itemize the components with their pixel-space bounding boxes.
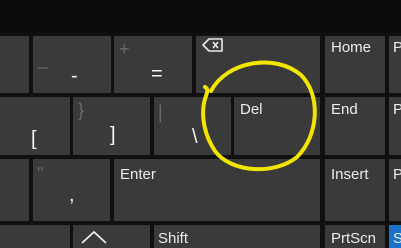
key-row4-partial[interactable]: S — [389, 225, 401, 248]
key-minus-base: - — [71, 65, 78, 87]
key-up[interactable] — [73, 225, 150, 248]
key-bracket-left[interactable]: [ — [0, 97, 70, 155]
key-backspace[interactable] — [196, 36, 320, 93]
key-home[interactable]: Home — [325, 36, 385, 93]
key-backslash-shifted: | — [158, 102, 163, 122]
key-minus[interactable]: _ - — [33, 36, 111, 93]
key-bracket-right-base: ] — [110, 124, 116, 146]
key-del[interactable]: Del — [234, 97, 320, 155]
key-quote-shifted: " — [37, 164, 44, 184]
key-shift-label: Shift — [158, 230, 189, 247]
caret-up-icon — [81, 230, 107, 244]
key-partial-left-r3[interactable] — [0, 159, 29, 221]
key-bracket-right-shifted: } — [78, 100, 85, 120]
key-pgup-partial[interactable]: P — [389, 36, 401, 93]
key-partial-left-r1[interactable] — [0, 36, 29, 93]
key-prtscn[interactable]: PrtScn — [325, 225, 385, 248]
key-row3-partial[interactable]: P — [389, 159, 401, 221]
key-pgdn-partial-label: P — [393, 101, 401, 118]
key-insert-label: Insert — [331, 166, 369, 183]
key-enter-label: Enter — [120, 166, 156, 183]
key-bracket-right[interactable]: } ] — [73, 97, 150, 155]
key-pgup-partial-label: P — [393, 39, 401, 56]
key-minus-shifted: _ — [38, 49, 49, 69]
key-row3-partial-label: P — [393, 166, 401, 183]
key-bracket-left-base: [ — [31, 128, 37, 150]
key-del-label: Del — [240, 101, 263, 118]
backspace-icon — [202, 38, 223, 52]
key-prtscn-label: PrtScn — [331, 230, 377, 247]
key-equals[interactable]: + = — [114, 36, 192, 93]
key-partial-left-r4[interactable] — [0, 225, 70, 248]
key-backslash-base: \ — [192, 126, 198, 148]
key-equals-base: = — [151, 63, 163, 85]
key-quote-base: , — [69, 184, 75, 206]
key-quote[interactable]: " , — [33, 159, 110, 221]
key-home-label: Home — [331, 39, 372, 56]
key-equals-shifted: + — [119, 39, 130, 59]
key-pgdn-partial[interactable]: P — [389, 97, 401, 155]
key-end[interactable]: End — [325, 97, 385, 155]
key-enter[interactable]: Enter — [114, 159, 320, 221]
key-insert[interactable]: Insert — [325, 159, 385, 221]
top-bar — [0, 0, 401, 33]
key-shift[interactable]: Shift — [154, 225, 320, 248]
key-backslash[interactable]: | \ — [154, 97, 231, 155]
key-row4-partial-label: S — [393, 230, 401, 247]
key-end-label: End — [331, 101, 358, 118]
